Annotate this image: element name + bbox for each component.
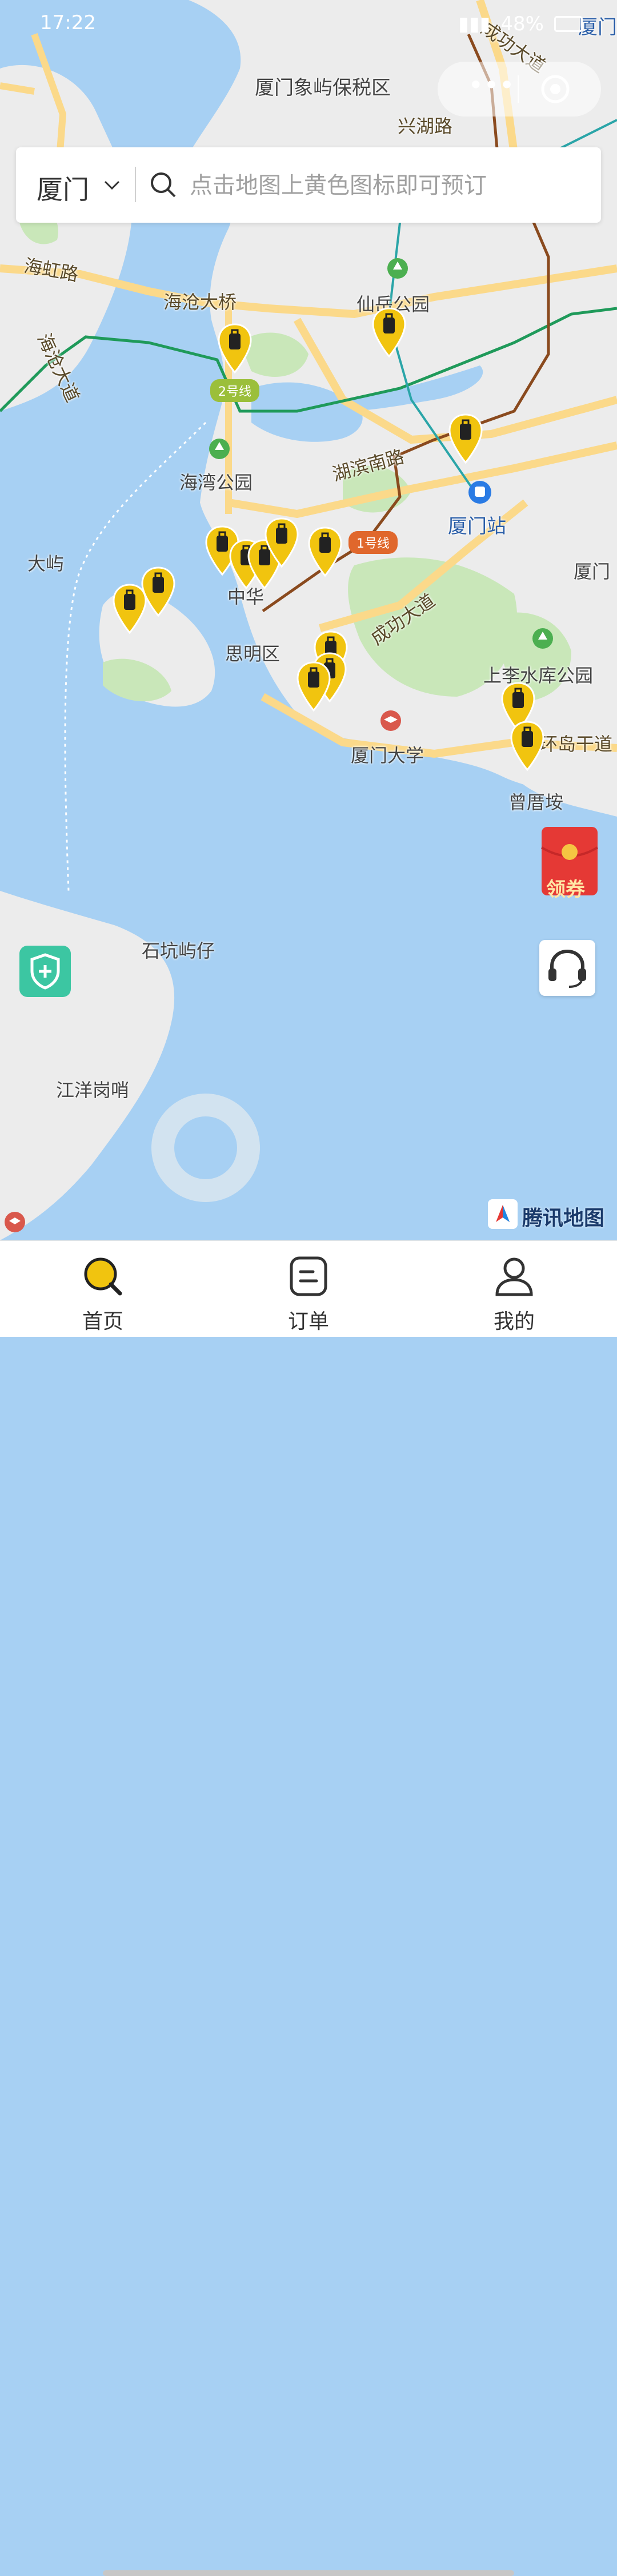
bottom-tab-bar: 首页 订单 我的 [0,1240,617,2576]
status-icons: ▮▮▮ 48% [458,13,583,35]
user-icon [495,1257,533,1296]
tab-orders[interactable]: 订单 [257,1241,360,1337]
map-label: 厦门象屿保税区 [255,77,391,99]
home-indicator [103,2570,514,2576]
map-label: 厦门 [574,561,611,582]
tab-home[interactable]: 首页 [51,1241,154,1337]
status-bar: 17:22 ▮▮▮ 48% [0,0,617,46]
battery-icon [554,16,583,32]
map-label: 环岛干道 [539,733,613,755]
map-label: 厦门大学 [351,745,424,766]
headset-icon [548,949,586,988]
search-icon [151,172,176,198]
luggage-pin[interactable] [296,661,331,713]
map-label: 石坑屿仔 [142,940,215,962]
tab-profile[interactable]: 我的 [463,1241,566,1337]
signal-icon: ▮▮▮ [458,13,491,35]
luggage-pin[interactable] [307,527,343,578]
map-label: 曾厝垵 [508,791,564,813]
close-target-icon[interactable] [539,73,571,105]
map-view[interactable]: 厦门象屿保税区 兴湖路 成功大道 厦门国际 海虹路 海沧大桥 海沧大道 仙岳公园… [0,0,617,1240]
tab-orders-label: 订单 [287,1310,329,1333]
location-marker-icon [5,1212,25,1232]
status-time: 17:22 [40,11,96,34]
map-label: 思明区 [225,643,281,665]
luggage-pin[interactable] [371,307,407,359]
metro-line-2-badge: 2号线 [210,379,259,402]
luggage-pin[interactable] [264,517,299,569]
luggage-pin[interactable] [217,323,253,375]
map-label: 上李水库公园 [483,665,594,686]
map-label: 海湾公园 [179,472,253,493]
coupon-label[interactable]: 领券 [546,874,585,902]
map-label: 海沧大桥 [163,291,237,313]
train-station-icon [468,481,491,504]
city-selector[interactable]: 厦门 [37,169,89,207]
map-label: 大屿 [27,553,65,574]
chevron-down-icon[interactable] [102,175,122,195]
capsule-divider [518,75,519,103]
search-bar: 厦门 [16,147,601,223]
miniprogram-capsule: ••• [438,62,601,116]
map-brand: 腾讯地图 [487,1197,607,1231]
shield-icon [30,953,60,990]
park-icon [532,628,553,649]
map-brand-label: 腾讯地图 [522,1207,605,1230]
map-label: 兴湖路 [398,115,453,137]
search-input[interactable] [189,168,585,203]
search-icon [84,1257,122,1296]
map-label: 厦门站 [448,515,506,538]
tab-home-label: 首页 [82,1310,123,1333]
university-icon [380,710,401,731]
luggage-pin[interactable] [510,721,545,772]
customer-service-button[interactable] [539,940,595,996]
metro-line-1-badge: 1号线 [348,531,398,554]
battery-percent: 48% [500,13,544,35]
tab-profile-label: 我的 [493,1310,535,1333]
order-icon [290,1256,327,1296]
safety-shield-button[interactable] [19,946,71,997]
luggage-pin[interactable] [448,413,483,465]
more-icon[interactable]: ••• [457,72,526,102]
map-label: 江洋岗哨 [56,1079,130,1101]
compass-icon [488,1199,518,1229]
park-icon [209,439,230,459]
luggage-pin[interactable] [112,584,147,635]
park-icon [387,258,408,279]
search-divider [135,167,136,202]
